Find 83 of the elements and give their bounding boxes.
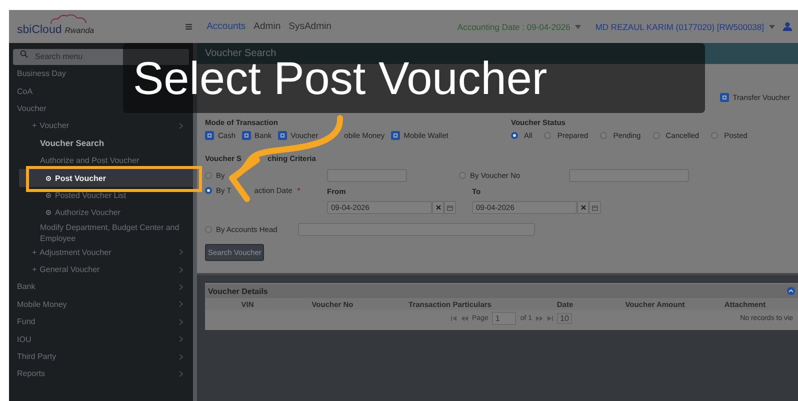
sidebar-item[interactable]: Authorize and Post Voucher [9, 152, 193, 170]
menu-label: Voucher [40, 120, 70, 132]
menu-label: Post Voucher [55, 172, 107, 184]
chevron-icon [179, 318, 183, 325]
calendar-icon [592, 204, 598, 210]
menu-label: Modify Department, Budget Center and Employee [40, 222, 180, 244]
last-page-icon[interactable] [547, 316, 554, 320]
calendar-button[interactable] [589, 201, 601, 214]
caret-icon [575, 24, 582, 28]
page-input[interactable]: 1 [492, 312, 516, 324]
menu-label: Voucher [17, 102, 48, 114]
chevron-icon [179, 284, 183, 290]
menu-label: Third Party [17, 351, 58, 362]
sidebar-item[interactable]: IOU [9, 330, 193, 348]
collapse-icon[interactable] [787, 287, 795, 295]
logo-region: Rwanda [64, 26, 94, 34]
bullet-icon [46, 192, 51, 198]
nav-link[interactable]: SysAdmin [288, 21, 332, 32]
chevron-icon [179, 266, 183, 273]
search-icon [20, 50, 28, 58]
menu-icon[interactable]: ≡ [185, 19, 193, 34]
close-icon [580, 205, 586, 210]
nav-link[interactable]: Accounts [206, 21, 246, 32]
sidebar-item[interactable]: + General Voucher [9, 260, 193, 278]
chevron-icon [179, 354, 183, 360]
chevron-icon [179, 122, 183, 129]
sidebar-item[interactable]: Fund [9, 313, 193, 330]
nav-link[interactable]: Admin [254, 21, 281, 32]
accounting-date[interactable]: Accounting Date : 09-04-2026 [457, 22, 570, 32]
menu-label: Fund [17, 316, 36, 328]
sidebar-item[interactable]: Bank [9, 278, 193, 296]
caret-icon [769, 24, 775, 28]
checkbox[interactable] [242, 131, 251, 140]
bullet-icon [46, 210, 51, 216]
chevron-icon [179, 370, 183, 377]
calendar-icon [447, 204, 453, 210]
close-icon [436, 205, 440, 210]
sidebar-item[interactable]: Authorize Voucher [9, 204, 193, 222]
chevron-icon [179, 249, 183, 256]
sidebar-item[interactable]: Reports [9, 365, 193, 383]
next-page-icon[interactable] [536, 316, 544, 320]
menu-label: Posted Voucher List [55, 190, 128, 201]
plus-sign: + [32, 121, 37, 130]
panel-title: Voucher Details [208, 286, 268, 296]
sidebar-item[interactable]: Voucher [9, 100, 193, 118]
sidebar-item[interactable]: Posted Voucher List [9, 186, 193, 204]
checkbox[interactable] [278, 131, 287, 140]
bullet-icon [46, 176, 51, 181]
menu-label: Adjustment Voucher [40, 246, 112, 258]
user-name[interactable]: MD REZAUL KARIM (0177020) [RW500038] [595, 22, 764, 32]
checkbox[interactable] [205, 131, 214, 140]
radio-button[interactable] [205, 172, 212, 178]
plus-sign: + [32, 265, 37, 274]
calendar-button[interactable] [444, 201, 456, 214]
chevron-icon [179, 301, 183, 308]
sidebar-item[interactable]: Third Party [9, 348, 193, 366]
menu-label: Voucher Search [40, 138, 106, 149]
checkbox[interactable] [390, 131, 400, 140]
menu-label: Authorize Voucher [55, 207, 122, 218]
previous-page-icon[interactable] [461, 316, 468, 320]
menu-label: Authorize and Post Voucher [40, 155, 140, 166]
logo-text: sbiCloud [17, 24, 62, 36]
plus-sign: + [32, 248, 37, 257]
chevron-icon [179, 336, 183, 342]
clear-button[interactable] [432, 201, 444, 214]
menu-label: Reports [17, 368, 46, 380]
menu-label: CoA [17, 86, 34, 97]
sidebar-item[interactable]: Post Voucher [19, 169, 193, 187]
sidebar-item[interactable]: Voucher Search [9, 134, 193, 152]
menu-label: General Voucher [40, 264, 101, 276]
clear-button[interactable] [577, 201, 589, 214]
user-icon[interactable] [783, 22, 792, 31]
menu-label: IOU [17, 334, 32, 345]
cloud-logo-icon [49, 14, 89, 24]
radio-button[interactable] [205, 186, 212, 194]
menu-label: Mobile Money [17, 298, 68, 310]
sidebar-item[interactable]: Mobile Money [9, 296, 193, 314]
sidebar-item[interactable]: Modify Department, Budget Center and Employee [9, 222, 193, 244]
first-page-icon[interactable] [451, 316, 457, 320]
sidebar-item[interactable]: + Voucher [9, 117, 193, 135]
sidebar-item[interactable]: + Adjustment Voucher [9, 244, 193, 261]
menu-label: Bank [17, 281, 36, 292]
page-size-select[interactable]: 10 [557, 312, 572, 324]
